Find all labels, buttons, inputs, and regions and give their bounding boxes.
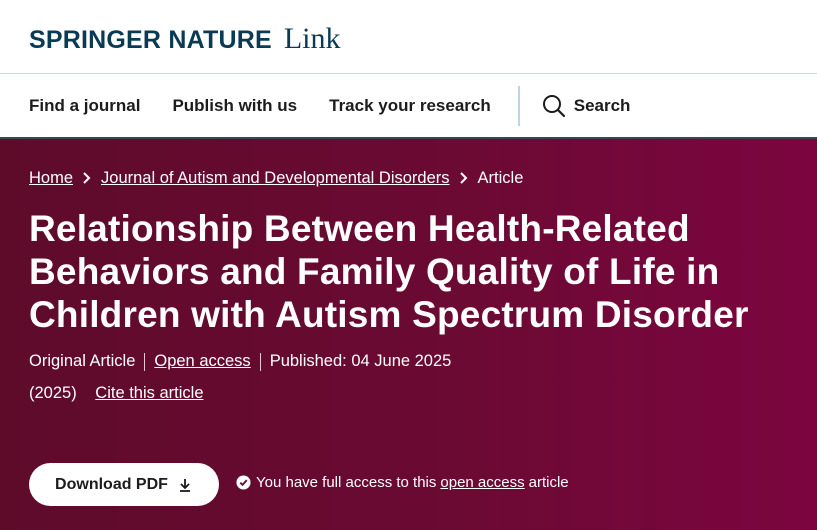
download-pdf-label: Download PDF xyxy=(55,475,168,493)
article-year: (2025) xyxy=(29,384,77,402)
chevron-right-icon xyxy=(459,171,468,187)
article-title: Relationship Between Health-Related Beha… xyxy=(29,208,749,335)
logo-brand-text: SPRINGER NATURE xyxy=(29,26,272,54)
breadcrumb-home[interactable]: Home xyxy=(29,169,73,188)
search-icon xyxy=(542,94,565,117)
published-date: Published: 04 June 2025 xyxy=(269,352,452,370)
nav-track-research[interactable]: Track your research xyxy=(329,96,491,116)
article-hero: Home Journal of Autism and Developmental… xyxy=(0,139,817,530)
meta-divider xyxy=(259,352,261,371)
site-header: SPRINGER NATURE Link xyxy=(0,0,817,74)
springer-nature-link-logo[interactable]: SPRINGER NATURE Link xyxy=(29,22,341,56)
check-circle-icon xyxy=(236,475,251,490)
chevron-right-icon xyxy=(83,171,91,187)
article-meta-secondary: (2025) Cite this article xyxy=(29,384,204,403)
access-prefix: You have full access to this xyxy=(256,474,437,491)
main-nav: Find a journal Publish with us Track you… xyxy=(0,74,817,139)
search-label: Search xyxy=(573,95,631,115)
article-meta: Original Article Open access Published: … xyxy=(29,352,451,371)
article-type: Original Article xyxy=(29,352,136,370)
open-access-link[interactable]: Open access xyxy=(154,352,250,371)
access-suffix: article xyxy=(528,474,569,491)
access-open-access-link[interactable]: open access xyxy=(440,474,524,491)
nav-find-journal[interactable]: Find a journal xyxy=(29,96,140,116)
nav-publish-with-us[interactable]: Publish with us xyxy=(172,96,297,116)
search-button[interactable]: Search xyxy=(542,94,631,118)
meta-divider xyxy=(144,352,146,371)
breadcrumb: Home Journal of Autism and Developmental… xyxy=(29,169,523,188)
nav-divider xyxy=(517,85,520,126)
download-pdf-button[interactable]: Download PDF xyxy=(29,463,219,506)
cite-article-link[interactable]: Cite this article xyxy=(95,384,203,402)
access-notice: You have full access to this open access… xyxy=(236,474,569,491)
download-icon xyxy=(179,478,190,492)
breadcrumb-journal[interactable]: Journal of Autism and Developmental Diso… xyxy=(101,169,450,188)
breadcrumb-current: Article xyxy=(477,169,524,187)
logo-link-text: Link xyxy=(283,22,341,55)
